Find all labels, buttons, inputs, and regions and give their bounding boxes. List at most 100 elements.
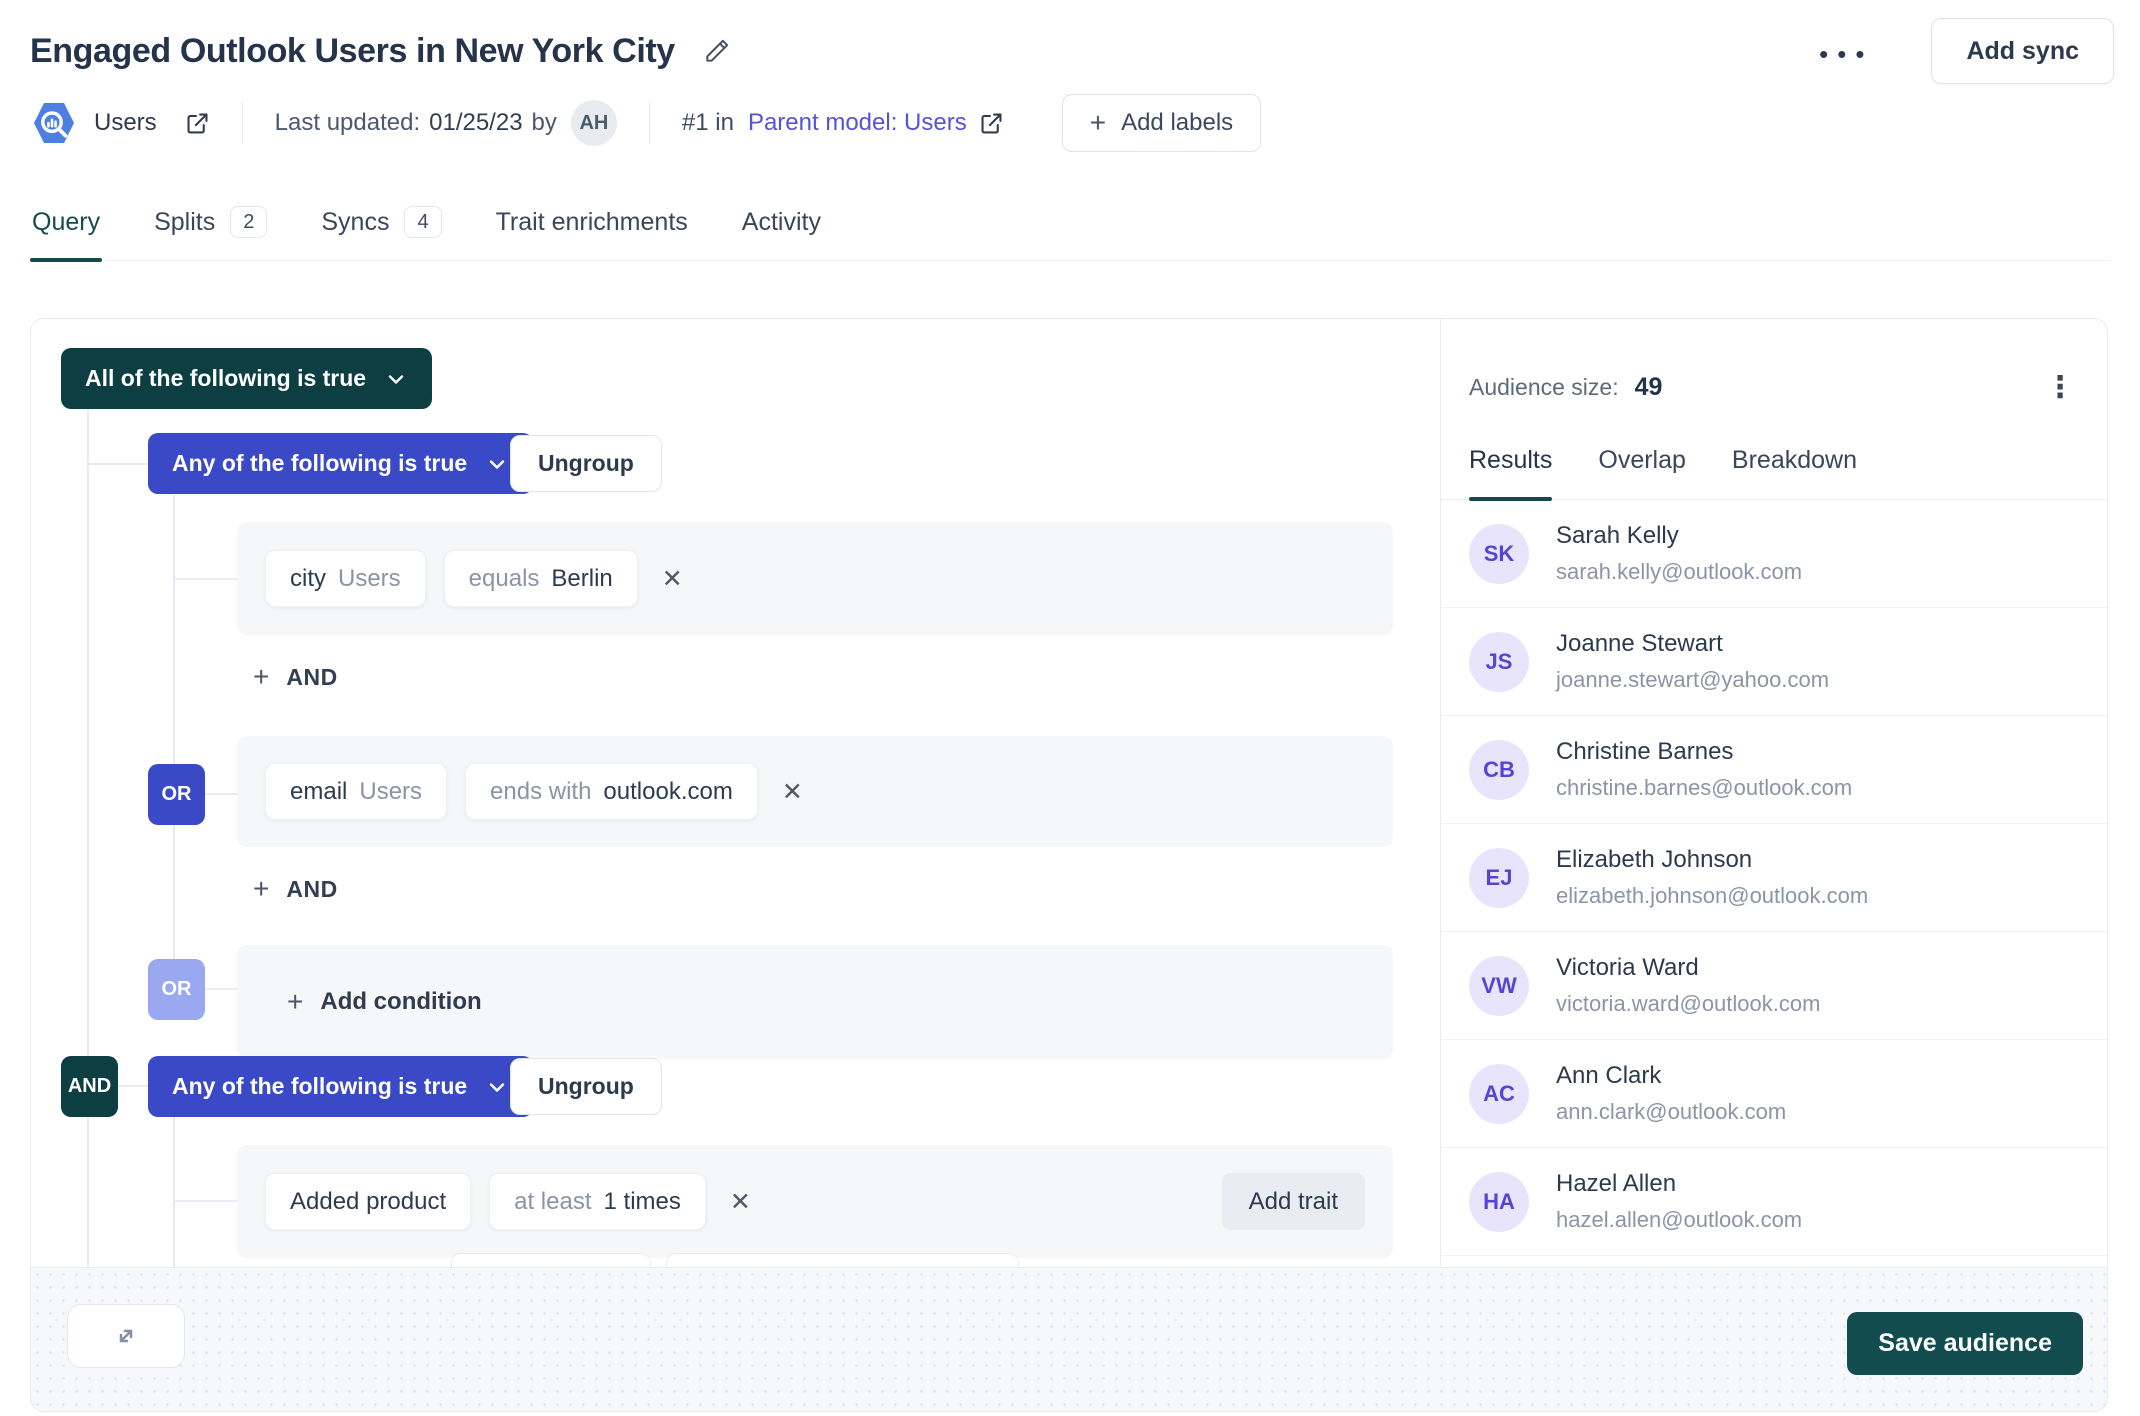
avatar: AC	[1469, 1064, 1529, 1124]
condition-operator-chip[interactable]: equals Berlin	[444, 550, 638, 607]
connector-line	[173, 578, 237, 580]
tab-label: Trait enrichments	[496, 208, 688, 237]
add-and-button[interactable]: + AND	[253, 875, 338, 903]
tab-splits[interactable]: Splits2	[152, 198, 269, 260]
event-operator-chip[interactable]: at least 1 times	[489, 1173, 706, 1230]
plus-icon: +	[253, 875, 269, 903]
condition-field-chip[interactable]: city Users	[265, 550, 426, 607]
user-email: hazel.allen@outlook.com	[1556, 1207, 1802, 1233]
chevron-down-icon	[485, 452, 509, 476]
value: Berlin	[551, 565, 612, 593]
operator: equals	[469, 565, 540, 593]
chevron-down-icon	[485, 1075, 509, 1099]
user-row[interactable]: JS Joanne Stewart joanne.stewart@yahoo.c…	[1441, 608, 2107, 716]
user-email: elizabeth.johnson@outlook.com	[1556, 883, 1868, 909]
kebab-menu-icon[interactable]: ⋮	[2045, 376, 2075, 400]
add-condition-row: + Add condition	[237, 945, 1393, 1059]
add-trait-button[interactable]: Add trait	[1222, 1173, 1365, 1230]
user-name: Elizabeth Johnson	[1556, 846, 1868, 874]
external-link-icon[interactable]	[979, 111, 1004, 136]
remove-condition-button[interactable]: ✕	[782, 777, 803, 806]
clipped-chip[interactable]	[451, 1253, 651, 1267]
user-row[interactable]: CB Christine Barnes christine.barnes@out…	[1441, 716, 2107, 824]
ungroup-button[interactable]: Ungroup	[510, 435, 662, 492]
user-name: Joanne Stewart	[1556, 630, 1829, 658]
or-joiner-badge[interactable]: OR	[148, 764, 205, 825]
ungroup-button[interactable]: Ungroup	[510, 1058, 662, 1115]
bigquery-icon	[30, 101, 78, 145]
user-row[interactable]: HA Hazel Allen hazel.allen@outlook.com	[1441, 1148, 2107, 1256]
value: 1 times	[604, 1188, 681, 1216]
avatar: SK	[1469, 524, 1529, 584]
builder-footer: Save audience	[31, 1267, 2107, 1411]
source-name: Users	[94, 109, 157, 137]
tab-label: Activity	[742, 208, 821, 237]
save-audience-button[interactable]: Save audience	[1847, 1312, 2083, 1375]
add-labels-button[interactable]: + Add labels	[1062, 94, 1261, 152]
operator-label: All of the following is true	[85, 365, 366, 392]
avatar: CB	[1469, 740, 1529, 800]
user-name: Ann Clark	[1556, 1062, 1786, 1090]
user-row[interactable]: AC Ann Clark ann.clark@outlook.com	[1441, 1040, 2107, 1148]
plus-icon: +	[1090, 109, 1106, 137]
tab-count-badge: 4	[404, 206, 441, 238]
more-options-icon[interactable]: •••	[1819, 35, 1873, 67]
tab-results[interactable]: Results	[1469, 446, 1552, 499]
event-name: Added product	[290, 1188, 446, 1216]
tab-overlap[interactable]: Overlap	[1598, 446, 1686, 499]
query-card: All of the following is true Any of the …	[30, 318, 2108, 1412]
tab-breakdown[interactable]: Breakdown	[1732, 446, 1857, 499]
last-updated-date: 01/25/23	[429, 109, 522, 137]
tab-syncs[interactable]: Syncs 4	[319, 198, 443, 260]
external-link-icon	[185, 111, 210, 136]
field-model: Users	[359, 778, 422, 806]
tab-query[interactable]: Query	[30, 198, 102, 260]
and-joiner-badge[interactable]: AND	[61, 1056, 118, 1117]
event-chip[interactable]: Added product	[265, 1173, 471, 1230]
connector-line	[87, 463, 148, 465]
condition-row: city Users equals Berlin ✕	[237, 522, 1393, 635]
tab-trait-enrichments[interactable]: Trait enrichments	[494, 198, 690, 260]
main-tabs: Query Splits2 Syncs 4 Trait enrichments A…	[30, 198, 2110, 261]
group2-operator-dropdown[interactable]: Any of the following is true	[148, 1056, 533, 1117]
connector-line	[173, 1200, 237, 1202]
edit-title-button[interactable]	[703, 37, 731, 65]
field-name: city	[290, 565, 326, 593]
clipped-chip[interactable]	[666, 1253, 1019, 1267]
user-row[interactable]: EJ Elizabeth Johnson elizabeth.johnson@o…	[1441, 824, 2107, 932]
divider	[649, 102, 650, 144]
avatar: JS	[1469, 632, 1529, 692]
add-sync-button[interactable]: Add sync	[1931, 18, 2114, 84]
or-joiner-badge-inactive[interactable]: OR	[148, 959, 205, 1020]
pencil-icon	[703, 37, 731, 65]
user-name: Hazel Allen	[1556, 1170, 1802, 1198]
and-label: AND	[286, 876, 337, 903]
user-row[interactable]: SK Sarah Kelly sarah.kelly@outlook.com	[1441, 500, 2107, 608]
operator-label: Any of the following is true	[172, 450, 467, 477]
add-and-button[interactable]: + AND	[253, 663, 338, 691]
condition-field-chip[interactable]: email Users	[265, 763, 447, 820]
tab-label: Syncs	[321, 208, 389, 237]
meta-row: Users Last updated: 01/25/23 by AH #1 in…	[30, 94, 1261, 152]
remove-condition-button[interactable]: ✕	[730, 1187, 751, 1216]
user-name: Sarah Kelly	[1556, 522, 1802, 550]
group1-operator-dropdown[interactable]: Any of the following is true	[148, 433, 533, 494]
updated-by-label: by	[532, 109, 557, 137]
add-condition-label: Add condition	[320, 988, 481, 1016]
audience-size-label: Audience size:	[1469, 374, 1619, 401]
root-operator-dropdown[interactable]: All of the following is true	[61, 348, 432, 409]
expand-button[interactable]	[67, 1304, 185, 1368]
operator-label: Any of the following is true	[172, 1073, 467, 1100]
avatar: HA	[1469, 1172, 1529, 1232]
source-link[interactable]: Users	[30, 101, 210, 145]
condition-operator-chip[interactable]: ends with outlook.com	[465, 763, 758, 820]
tab-activity[interactable]: Activity	[740, 198, 823, 260]
plus-icon: +	[287, 988, 303, 1016]
remove-condition-button[interactable]: ✕	[662, 564, 683, 593]
add-condition-button[interactable]: + Add condition	[265, 988, 482, 1016]
avatar: EJ	[1469, 848, 1529, 908]
user-row[interactable]: VW Victoria Ward victoria.ward@outlook.c…	[1441, 932, 2107, 1040]
parent-model-link[interactable]: Parent model: Users	[748, 109, 967, 137]
tab-count-badge: 2	[230, 206, 267, 238]
user-name: Christine Barnes	[1556, 738, 1852, 766]
